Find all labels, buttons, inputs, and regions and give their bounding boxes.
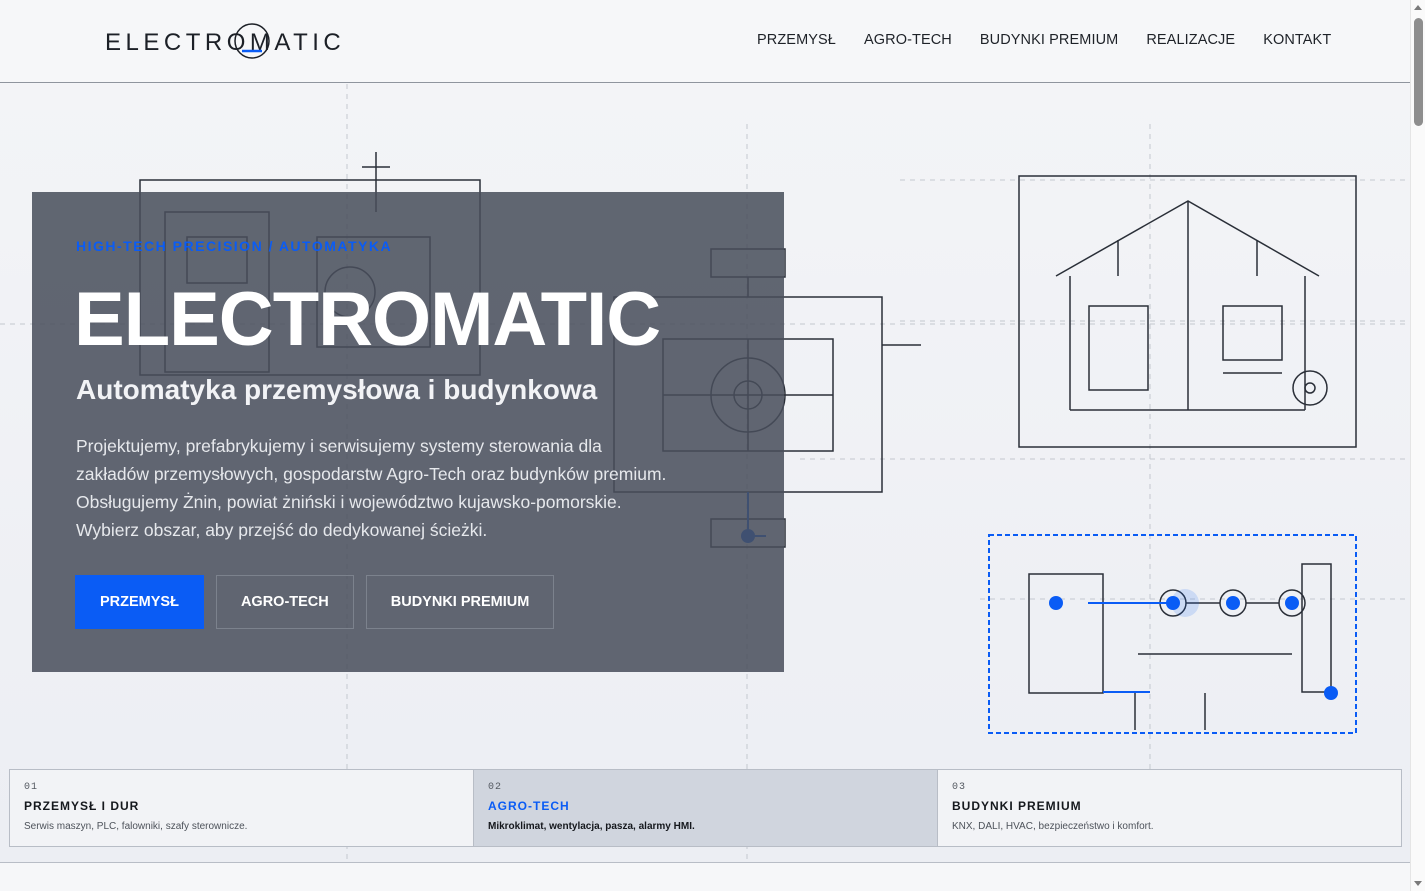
nav-realizacje[interactable]: REALIZACJE xyxy=(1146,32,1235,48)
hero-eyebrow: HIGH-TECH PRECISION / AUTOMATYKA xyxy=(76,238,393,254)
nav-przemysl[interactable]: PRZEMYSŁ xyxy=(757,32,836,48)
card-title: BUDYNKI PREMIUM xyxy=(952,799,1082,813)
card-description: Serwis maszyn, PLC, falowniki, szafy ste… xyxy=(24,821,248,832)
hero-subtitle: Automatyka przemysłowa i budynkowa xyxy=(76,374,598,405)
card-przemysl[interactable]: 01 PRZEMYSŁ I DUR Serwis maszyn, PLC, fa… xyxy=(10,770,474,846)
przemysl-button[interactable]: PRZEMYSŁ xyxy=(75,575,204,629)
hero-description: Projektujemy, prefabrykujemy i serwisuje… xyxy=(76,432,716,544)
card-number: 02 xyxy=(488,782,503,793)
description-line: Projektujemy, prefabrykujemy i serwisuje… xyxy=(76,436,602,456)
chevron-up-icon[interactable] xyxy=(1414,5,1422,10)
card-title: AGRO-TECH xyxy=(488,799,570,813)
hero-buttons: PRZEMYSŁ AGRO-TECH BUDYNKI PREMIUM xyxy=(75,575,555,629)
card-budynki-premium[interactable]: 03 BUDYNKI PREMIUM KNX, DALI, HVAC, bezp… xyxy=(938,770,1401,846)
budynki-premium-button[interactable]: BUDYNKI PREMIUM xyxy=(365,575,555,629)
chevron-down-icon[interactable] xyxy=(1414,881,1422,886)
sector-cards: 01 PRZEMYSŁ I DUR Serwis maszyn, PLC, fa… xyxy=(9,769,1402,847)
hero-title: ELECTROMATIC xyxy=(74,277,661,362)
agro-tech-button[interactable]: AGRO-TECH xyxy=(215,575,354,629)
card-number: 01 xyxy=(24,782,39,793)
nav-budynki-premium[interactable]: BUDYNKI PREMIUM xyxy=(980,32,1118,48)
card-description: Mikroklimat, wentylacja, pasza, alarmy H… xyxy=(488,821,695,832)
main-nav: PRZEMYSŁ AGRO-TECH BUDYNKI PREMIUM REALI… xyxy=(757,32,1331,48)
logo-text: ELECTROMATIC xyxy=(105,29,345,56)
card-description: KNX, DALI, HVAC, bezpieczeństwo i komfor… xyxy=(952,821,1154,832)
description-line: Obsługujemy Żnin, powiat żniński i wojew… xyxy=(76,492,622,512)
scrollbar-thumb[interactable] xyxy=(1414,18,1423,126)
nav-agro-tech[interactable]: AGRO-TECH xyxy=(864,32,952,48)
card-agro-tech[interactable]: 02 AGRO-TECH Mikroklimat, wentylacja, pa… xyxy=(474,770,938,846)
next-section-edge xyxy=(0,862,1410,891)
electromatic-logo[interactable]: ELECTROMATIC xyxy=(105,20,350,64)
nav-kontakt[interactable]: KONTAKT xyxy=(1263,32,1331,48)
card-title: PRZEMYSŁ I DUR xyxy=(24,799,140,813)
card-number: 03 xyxy=(952,782,967,793)
page-scrollbar[interactable] xyxy=(1410,0,1425,891)
description-line: Wybierz obszar, aby przejść do dedykowan… xyxy=(76,520,488,540)
description-line: zakładów przemysłowych, gospodarstw Agro… xyxy=(76,464,667,484)
site-header: ELECTROMATIC PRZEMYSŁ AGRO-TECH BUDYNKI … xyxy=(0,0,1410,83)
